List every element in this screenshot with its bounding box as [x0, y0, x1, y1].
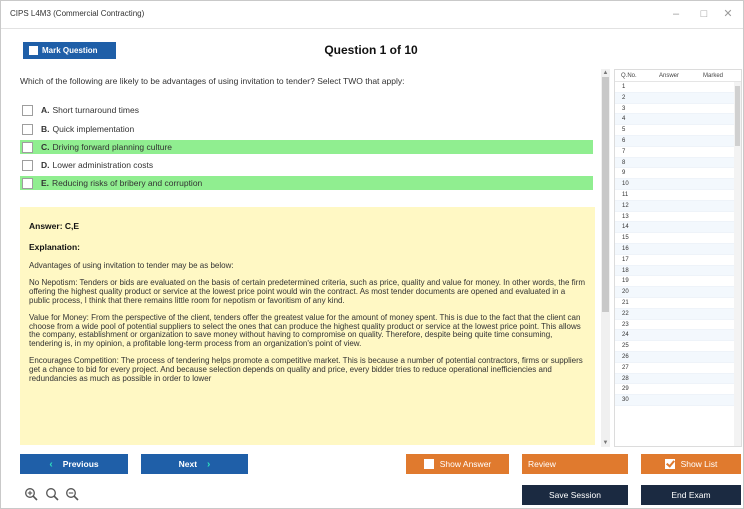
question-list-row[interactable]: 1	[615, 82, 741, 93]
question-list-row[interactable]: 18	[615, 265, 741, 277]
question-list-scrollbar[interactable]	[734, 82, 741, 446]
main-scrollbar[interactable]: ▲ ▼	[601, 69, 610, 447]
show-answer-checkbox[interactable]	[423, 459, 434, 469]
option-a[interactable]: A. Short turnaround times	[20, 103, 593, 117]
question-list-row[interactable]: 7	[615, 146, 741, 158]
scroll-up-icon[interactable]: ▲	[601, 69, 610, 77]
question-list-row[interactable]: 12	[615, 200, 741, 212]
minimize-button[interactable]: –	[665, 5, 687, 23]
option-checkbox[interactable]	[22, 159, 33, 171]
question-list-rows: 1 2 3 4 5 6 7 8 9 10 11 12 13 14 15 16 17 18 19 20 21 22 23 24 2…	[615, 82, 741, 406]
question-list-row[interactable]: 3	[615, 103, 741, 115]
question-list-row[interactable]: 28	[615, 373, 741, 385]
exam-window: CIPS L4M3 (Commercial Contracting) – □ ✕…	[0, 0, 744, 509]
col-marked: Marked	[703, 72, 724, 79]
option-checkbox[interactable]	[22, 123, 33, 135]
explanation-heading: Explanation:	[29, 242, 81, 252]
question-list-row[interactable]: 6	[615, 135, 741, 147]
save-session-button[interactable]: Save Session	[522, 485, 628, 505]
explanation-paragraph: Value for Money: From the perspective of…	[29, 312, 581, 349]
show-list-button[interactable]: Show List	[641, 454, 741, 474]
review-button[interactable]: Review	[522, 454, 628, 474]
col-answer: Answer	[659, 72, 680, 79]
chevron-left-icon: ‹	[49, 458, 53, 470]
question-list-row[interactable]: 26	[615, 351, 741, 363]
scroll-down-icon[interactable]: ▼	[601, 439, 610, 447]
scrollbar-thumb[interactable]	[735, 86, 740, 146]
question-list-row[interactable]: 23	[615, 319, 741, 331]
question-list-row[interactable]: 20	[615, 287, 741, 298]
question-list-row[interactable]: 4	[615, 114, 741, 126]
question-list-row[interactable]: 16	[615, 243, 741, 255]
question-list-row[interactable]: 11	[615, 189, 741, 201]
question-list-row[interactable]: 24	[615, 330, 741, 342]
question-list-row[interactable]: 19	[615, 276, 741, 288]
question-list-row[interactable]: 13	[615, 211, 741, 223]
chevron-right-icon: ›	[207, 458, 211, 470]
window-title: CIPS L4M3 (Commercial Contracting)	[10, 9, 145, 18]
question-list-row[interactable]: 2	[615, 92, 741, 104]
question-list-row[interactable]: 8	[615, 157, 741, 169]
option-b[interactable]: B. Quick implementation	[20, 122, 593, 136]
option-checkbox[interactable]	[22, 177, 33, 189]
close-button[interactable]: ✕	[717, 5, 739, 23]
question-list-row[interactable]: 22	[615, 308, 741, 320]
option-d[interactable]: D. Lower administration costs	[20, 158, 593, 172]
option-e[interactable]: E. Reducing risks of bribery and corrupt…	[20, 176, 593, 190]
explanation-paragraph: No Nepotism: Tenders or bids are evaluat…	[29, 277, 585, 305]
mark-question-label: Mark Question	[42, 46, 98, 55]
option-checkbox[interactable]	[22, 104, 33, 116]
question-list-header: Q.No. Answer Marked	[615, 70, 741, 82]
question-list-row[interactable]: 10	[615, 179, 741, 190]
explanation-paragraph: Encourages Competition: The process of t…	[29, 356, 583, 384]
question-text: Which of the following are likely to be …	[20, 76, 405, 86]
previous-button[interactable]: ‹ Previous	[20, 454, 128, 474]
col-qno: Q.No.	[621, 72, 637, 79]
question-list-row[interactable]: 27	[615, 362, 741, 374]
mark-checkbox[interactable]	[29, 46, 38, 55]
answer-text: Answer: C,E	[29, 221, 80, 231]
option-label: Short turnaround times	[52, 105, 139, 115]
option-label: Reducing risks of bribery and corruption	[52, 178, 203, 188]
option-c[interactable]: C. Driving forward planning culture	[20, 140, 593, 154]
question-list-row[interactable]: 17	[615, 254, 741, 266]
scrollbar-thumb[interactable]	[602, 77, 609, 312]
question-list-row[interactable]: 5	[615, 125, 741, 136]
question-list-row[interactable]: 29	[615, 384, 741, 396]
title-bar: CIPS L4M3 (Commercial Contracting) – □ ✕	[1, 1, 743, 29]
option-label: Driving forward planning culture	[52, 142, 173, 152]
question-list-row[interactable]: 9	[615, 168, 741, 180]
question-list-row[interactable]: 30	[615, 395, 741, 406]
zoom-reset-icon[interactable]	[45, 487, 59, 501]
show-answer-button[interactable]: Show Answer	[406, 454, 509, 474]
explanation-paragraph: Advantages of using invitation to tender…	[29, 261, 234, 270]
question-list-row[interactable]: 25	[615, 341, 741, 352]
question-list-row[interactable]: 15	[615, 233, 741, 244]
zoom-out-icon[interactable]	[65, 487, 79, 501]
question-list-row[interactable]: 14	[615, 222, 741, 234]
option-label: Quick implementation	[52, 124, 135, 134]
mark-question-button[interactable]: Mark Question	[23, 42, 116, 59]
question-list: Q.No. Answer Marked 1 2 3 4 5 6 7 8 9 10 11 12 13 14 1…	[614, 69, 742, 447]
zoom-in-icon[interactable]	[24, 487, 38, 501]
question-counter: Question 1 of 10	[324, 43, 418, 57]
maximize-button[interactable]: □	[693, 5, 715, 23]
question-list-row[interactable]: 21	[615, 297, 741, 309]
next-button[interactable]: Next ›	[141, 454, 248, 474]
end-exam-button[interactable]: End Exam	[641, 485, 741, 505]
explanation-panel: Answer: C,E Explanation: Advantages of u…	[20, 207, 595, 445]
option-label: Lower administration costs	[52, 160, 154, 170]
option-checkbox[interactable]	[22, 141, 33, 153]
show-list-checkbox[interactable]	[664, 459, 675, 469]
